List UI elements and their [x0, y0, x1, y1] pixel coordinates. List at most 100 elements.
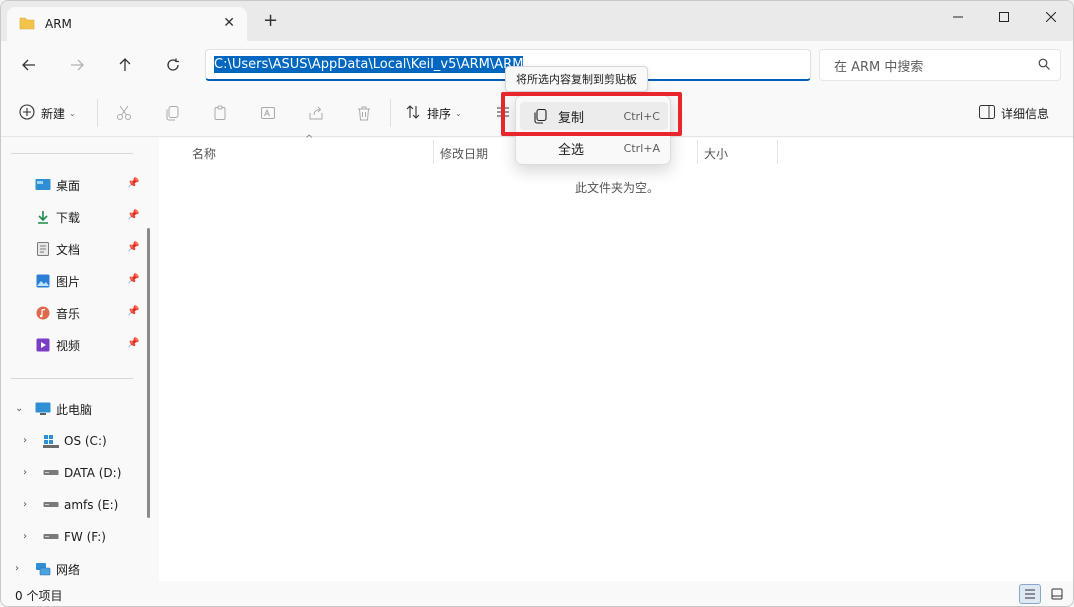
empty-folder-message: 此文件夹为空。 [575, 181, 660, 195]
drive-icon [43, 465, 59, 481]
sidebar-item-music[interactable]: 音乐 📌 [1, 301, 151, 325]
sidebar-item-drive-d[interactable]: DATA (D:) [1, 461, 151, 485]
item-count: 0 个项目 [15, 589, 63, 603]
column-header-size[interactable]: 大小 [704, 142, 728, 164]
pin-icon[interactable]: 📌 [127, 178, 139, 189]
column-divider[interactable] [777, 140, 778, 164]
column-divider[interactable] [697, 140, 698, 164]
column-label: 名称 [192, 146, 217, 161]
download-icon [35, 209, 51, 225]
chevron-down-icon: ⌄ [69, 108, 76, 118]
sidebar-item-desktop[interactable]: 桌面 📌 [1, 173, 151, 197]
toolbar-divider [390, 99, 391, 127]
column-header-name[interactable]: 名称 [192, 142, 216, 164]
delete-icon[interactable] [354, 103, 374, 123]
windows-drive-icon [43, 433, 59, 449]
sidebar-item-drive-c[interactable]: OS (C:) [1, 429, 151, 453]
sort-ascending-icon: ^ [305, 134, 314, 145]
pin-icon[interactable]: 📌 [127, 210, 139, 221]
column-header-modified[interactable]: 修改日期 [440, 142, 488, 164]
column-label: 大小 [704, 146, 729, 161]
details-view-toggle[interactable] [1019, 584, 1041, 604]
new-label: 新建 [41, 106, 66, 121]
sort-label: 排序 [427, 106, 452, 121]
sidebar-item-label: OS (C:) [64, 434, 107, 448]
sidebar-item-this-pc[interactable]: 此电脑 [1, 397, 151, 421]
sidebar-item-label: 下载 [56, 210, 81, 225]
folder-icon [19, 16, 35, 33]
details-pane-icon [979, 104, 995, 122]
music-icon [35, 305, 51, 321]
rename-icon[interactable] [258, 103, 278, 123]
minimize-button[interactable] [935, 1, 981, 33]
document-icon [35, 241, 51, 257]
search-icon [1038, 58, 1050, 74]
arrow-left-icon [22, 59, 35, 71]
desktop-icon [35, 177, 51, 193]
refresh-button[interactable] [161, 53, 185, 77]
sidebar-item-label: 桌面 [56, 178, 81, 193]
pin-icon[interactable]: 📌 [127, 338, 139, 349]
network-icon [35, 561, 51, 577]
sidebar-item-videos[interactable]: 视频 📌 [1, 333, 151, 357]
toolbar-divider [97, 99, 98, 127]
details-label: 详细信息 [1001, 106, 1050, 121]
copy-icon[interactable] [162, 103, 182, 123]
tab-arm[interactable]: ARM ✕ [7, 7, 247, 41]
sort-button[interactable]: 排序 ⌄ [405, 101, 462, 125]
details-view-icon [1025, 589, 1035, 599]
drive-icon [43, 529, 59, 545]
pin-icon[interactable]: 📌 [127, 242, 139, 253]
sidebar-item-label: DATA (D:) [64, 466, 122, 480]
sidebar-scrollbar[interactable] [147, 228, 150, 518]
annotation-highlight-box [501, 92, 682, 136]
sidebar-item-drive-f[interactable]: FW (F:) [1, 525, 151, 549]
refresh-icon [167, 58, 179, 71]
new-tab-button[interactable]: + [263, 12, 278, 30]
column-label: 修改日期 [440, 146, 489, 161]
sidebar-item-label: 视频 [56, 338, 81, 353]
sidebar-item-documents[interactable]: 文档 📌 [1, 237, 151, 261]
paste-icon[interactable] [210, 103, 230, 123]
chevron-down-icon: ⌄ [455, 108, 462, 118]
pictures-icon [35, 273, 51, 289]
tab-title: ARM [45, 17, 72, 31]
up-button[interactable] [113, 53, 137, 77]
pin-icon[interactable]: 📌 [127, 274, 139, 285]
menu-item-select-all[interactable]: 全选 Ctrl+A [520, 134, 668, 162]
column-divider[interactable] [433, 140, 434, 164]
close-window-button[interactable] [1028, 1, 1073, 33]
status-bar: 0 个项目 [1, 581, 1073, 606]
new-button[interactable]: 新建 ⌄ [19, 101, 76, 125]
cut-icon[interactable] [114, 103, 134, 123]
copy-tooltip: 将所选内容复制到剪贴板 [505, 66, 648, 92]
videos-icon [35, 337, 51, 353]
menu-label: 全选 [558, 142, 585, 158]
address-path-selected[interactable]: C:\Users\ASUS\AppData\Local\Keil_v5\ARM\… [214, 56, 524, 73]
file-list-pane[interactable]: ^ 名称 修改日期 大小 此文件夹为空。 [159, 134, 1073, 581]
sidebar-item-label: 文档 [56, 242, 81, 257]
computer-icon [35, 401, 51, 417]
plus-circle-icon [19, 103, 35, 123]
arrow-right-icon [71, 59, 84, 71]
sidebar-item-label: FW (F:) [64, 530, 106, 544]
details-pane-button[interactable]: 详细信息 [979, 101, 1049, 125]
menu-shortcut: Ctrl+A [623, 141, 660, 155]
sidebar-item-label: 网络 [56, 562, 81, 577]
back-button[interactable] [17, 53, 41, 77]
search-placeholder: 在 ARM 中搜索 [834, 59, 924, 75]
sidebar-item-network[interactable]: 网络 [1, 557, 151, 581]
sidebar-item-downloads[interactable]: 下载 📌 [1, 205, 151, 229]
pin-icon[interactable]: 📌 [127, 306, 139, 317]
sidebar-item-pictures[interactable]: 图片 📌 [1, 269, 151, 293]
close-tab-icon[interactable]: ✕ [223, 15, 235, 31]
sidebar-item-drive-e[interactable]: amfs (E:) [1, 493, 151, 517]
forward-button[interactable] [65, 53, 89, 77]
search-box[interactable]: 在 ARM 中搜索 [819, 49, 1061, 81]
share-icon[interactable] [306, 103, 326, 123]
drive-icon [43, 497, 59, 513]
sort-icon [405, 104, 421, 123]
large-icons-view-toggle[interactable] [1046, 584, 1068, 604]
arrow-up-icon [119, 58, 131, 71]
maximize-button[interactable] [981, 1, 1027, 33]
